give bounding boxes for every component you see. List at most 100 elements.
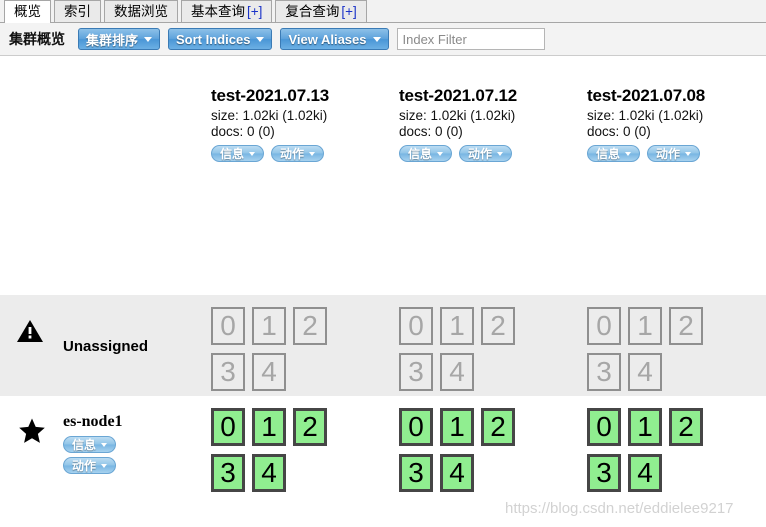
index-info-button[interactable]: 信息 [587,145,641,162]
shard-box[interactable]: 3 [587,454,621,492]
tab-composite-query-plus: [+] [341,4,357,19]
shard-box[interactable]: 2 [669,307,703,345]
tab-composite-query[interactable]: 复合查询 [+] [275,0,367,22]
sort-indices-button[interactable]: Sort Indices [168,28,273,50]
shard-box[interactable]: 2 [293,307,327,345]
shard-box[interactable]: 1 [252,408,286,446]
node-shards-column-1: 0 1 2 3 4 [388,396,576,516]
shard-group: 0 1 2 3 4 [399,396,534,500]
shard-group: 0 1 2 3 4 [211,396,346,500]
shard-box[interactable]: 0 [587,408,621,446]
tab-bar: 概览 索引 数据浏览 基本查询 [+] 复合查询 [+] [0,0,766,23]
index-action-button[interactable]: 动作 [271,145,325,162]
shard-box[interactable]: 3 [211,454,245,492]
shard-box[interactable]: 0 [211,307,245,345]
shard-box[interactable]: 0 [399,408,433,446]
shard-box[interactable]: 2 [481,307,515,345]
node-name: es-node1 [63,413,123,430]
shard-box[interactable]: 4 [628,353,662,391]
shard-box[interactable]: 1 [252,307,286,345]
index-header-spacer [0,86,200,162]
chevron-down-icon [256,36,265,42]
index-action-label: 动作 [280,147,305,161]
index-action-button[interactable]: 动作 [647,145,701,162]
index-actions: 信息 动作 [587,145,764,162]
shard-box[interactable]: 1 [628,408,662,446]
shard-box[interactable]: 0 [587,307,621,345]
cluster-grid: test-2021.07.13 size: 1.02ki (1.02ki) do… [0,56,766,516]
index-info-label: 信息 [596,147,621,161]
index-column-2: test-2021.07.08 size: 1.02ki (1.02ki) do… [576,86,764,162]
index-header-row: test-2021.07.13 size: 1.02ki (1.02ki) do… [0,56,766,180]
chevron-down-icon [625,151,632,156]
shard-box[interactable]: 3 [399,353,433,391]
shard-box[interactable]: 4 [440,454,474,492]
chevron-down-icon [497,151,504,156]
node-action-button[interactable]: 动作 [63,457,117,474]
chevron-down-icon [372,36,381,42]
tab-overview[interactable]: 概览 [4,0,51,23]
shard-box[interactable]: 1 [440,408,474,446]
index-docs: docs: 0 (0) [399,124,463,139]
unassigned-label: Unassigned [63,338,149,355]
index-action-label: 动作 [468,147,493,161]
grid-spacer [0,180,766,295]
index-size: size: 1.02ki (1.02ki) [211,108,328,123]
index-docs: docs: 0 (0) [211,124,275,139]
shard-box[interactable]: 4 [252,454,286,492]
shard-box[interactable]: 0 [399,307,433,345]
tab-basic-query[interactable]: 基本查询 [+] [181,0,273,22]
index-size: size: 1.02ki (1.02ki) [399,108,516,123]
cluster-sort-button[interactable]: 集群排序 [78,28,161,50]
shard-box[interactable]: 4 [252,353,286,391]
shard-box[interactable]: 2 [669,408,703,446]
shard-box[interactable]: 1 [440,307,474,345]
index-info-button[interactable]: 信息 [211,145,265,162]
shard-box[interactable]: 3 [399,454,433,492]
shard-group: 0 1 2 3 4 [211,295,346,399]
unassigned-row: Unassigned 0 1 2 3 4 0 1 2 3 4 0 1 2 3 4 [0,295,766,396]
tab-indices[interactable]: 索引 [54,0,101,22]
node-actions: 信息 动作 [63,436,123,478]
node-shards-column-2: 0 1 2 3 4 [576,396,764,516]
shard-box[interactable]: 3 [211,353,245,391]
tab-overview-label: 概览 [14,4,41,19]
node-shards-column-0: 0 1 2 3 4 [200,396,388,516]
unassigned-label-cell: Unassigned [0,295,200,396]
index-action-label: 动作 [656,147,681,161]
tab-data-browse-label: 数据浏览 [114,4,168,19]
view-aliases-button[interactable]: View Aliases [280,28,389,50]
index-column-0: test-2021.07.13 size: 1.02ki (1.02ki) do… [200,86,388,162]
shard-box[interactable]: 2 [481,408,515,446]
node-action-label: 动作 [72,459,97,473]
cluster-sort-label: 集群排序 [86,32,139,48]
shard-box[interactable]: 0 [211,408,245,446]
shard-group: 0 1 2 3 4 [587,295,722,399]
tab-composite-query-label: 复合查询 [285,4,340,19]
chevron-down-icon [101,463,108,468]
shard-box[interactable]: 4 [628,454,662,492]
index-docs: docs: 0 (0) [587,124,651,139]
unassigned-shards-column-0: 0 1 2 3 4 [200,295,388,396]
index-name: test-2021.07.13 [211,86,329,105]
node-info-label: 信息 [72,438,97,452]
chevron-down-icon [249,151,256,156]
page-title: 集群概览 [9,31,65,47]
shard-group: 0 1 2 3 4 [399,295,534,399]
tab-basic-query-plus: [+] [247,4,263,19]
node-row: es-node1 信息 动作 0 1 2 3 4 0 1 2 3 4 0 1 2… [0,396,766,516]
shard-box[interactable]: 4 [440,353,474,391]
index-filter-input[interactable] [396,28,545,50]
chevron-down-icon [144,36,153,42]
tab-data-browse[interactable]: 数据浏览 [104,0,178,22]
index-name: test-2021.07.08 [587,86,705,105]
shard-box[interactable]: 1 [628,307,662,345]
shard-box[interactable]: 3 [587,353,621,391]
unassigned-shards-column-2: 0 1 2 3 4 [576,295,764,396]
index-action-button[interactable]: 动作 [459,145,513,162]
unassigned-shards-column-1: 0 1 2 3 4 [388,295,576,396]
shard-box[interactable]: 2 [293,408,327,446]
index-size: size: 1.02ki (1.02ki) [587,108,704,123]
index-info-button[interactable]: 信息 [399,145,453,162]
node-info-button[interactable]: 信息 [63,436,117,453]
